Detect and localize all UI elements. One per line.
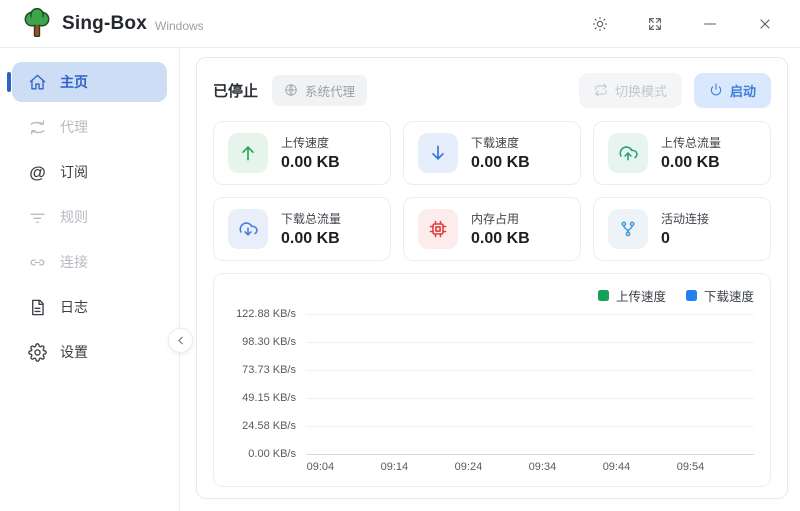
- sidebar-item-connections[interactable]: 连接: [12, 242, 167, 282]
- system-proxy-label: 系统代理: [305, 81, 355, 100]
- arrow-up-icon: [228, 133, 268, 173]
- system-proxy-badge[interactable]: 系统代理: [272, 75, 367, 106]
- y-tick-label: 0.00 KB/s: [228, 448, 306, 460]
- x-tick-label: 09:24: [455, 461, 483, 473]
- globe-icon: [284, 83, 298, 97]
- document-icon: [28, 298, 47, 317]
- swap-arrows-icon: [28, 118, 47, 137]
- dashboard-container: 已停止 系统代理 切换模式 启动: [196, 57, 788, 499]
- stat-value: 0.00 KB: [471, 154, 530, 172]
- stat-card-download-speed: 下载速度 0.00 KB: [403, 121, 581, 185]
- stat-card-connections: 活动连接 0: [593, 197, 771, 261]
- y-tick-label: 49.15 KB/s: [228, 392, 306, 404]
- sidebar-item-label: 设置: [60, 342, 88, 362]
- stat-label: 内存占用: [471, 210, 530, 227]
- x-tick-label: 09:14: [381, 461, 409, 473]
- sidebar-item-home[interactable]: 主页: [12, 62, 167, 102]
- repeat-icon: [594, 83, 608, 97]
- x-tick-label: 09:54: [677, 461, 705, 473]
- stat-card-memory: 内存占用 0.00 KB: [403, 197, 581, 261]
- power-icon: [709, 83, 723, 97]
- chart-plot-area: 122.88 KB/s 98.30 KB/s 73.73 KB/s 49.15 …: [228, 314, 754, 454]
- app-logo-tree-icon: [22, 8, 52, 40]
- gridline: 24.58 KB/s: [228, 420, 754, 432]
- sidebar-item-subscription[interactable]: @ 订阅: [12, 152, 167, 192]
- sidebar: 主页 代理 @ 订阅 规则 连接 日志 设置: [0, 48, 180, 511]
- cpu-chip-icon: [418, 209, 458, 249]
- legend-label: 上传速度: [616, 286, 666, 305]
- y-tick-label: 98.30 KB/s: [228, 336, 306, 348]
- titlebar: Sing-Box Windows: [0, 0, 800, 48]
- gridline: 98.30 KB/s: [228, 336, 754, 348]
- expand-icon[interactable]: [646, 15, 664, 33]
- gridline: 73.73 KB/s: [228, 364, 754, 376]
- stat-card-upload-speed: 上传速度 0.00 KB: [213, 121, 391, 185]
- sidebar-item-label: 主页: [60, 72, 88, 92]
- sidebar-item-label: 日志: [60, 297, 88, 317]
- stat-card-upload-total: 上传总流量 0.00 KB: [593, 121, 771, 185]
- sidebar-item-label: 规则: [60, 207, 88, 227]
- stat-value: 0: [661, 230, 709, 248]
- window-controls: [591, 15, 774, 33]
- sidebar-item-proxy[interactable]: 代理: [12, 107, 167, 147]
- app-title: Sing-Box: [62, 13, 147, 35]
- link-icon: [28, 253, 47, 272]
- legend-label: 下载速度: [704, 286, 754, 305]
- y-tick-label: 73.73 KB/s: [228, 364, 306, 376]
- close-icon[interactable]: [756, 15, 774, 33]
- start-button[interactable]: 启动: [694, 73, 771, 108]
- stats-grid: 上传速度 0.00 KB 下载速度 0.00 KB: [213, 121, 771, 261]
- sidebar-item-rules[interactable]: 规则: [12, 197, 167, 237]
- stat-label: 上传速度: [281, 134, 340, 151]
- y-tick-label: 122.88 KB/s: [228, 308, 306, 320]
- sidebar-item-logs[interactable]: 日志: [12, 287, 167, 327]
- switch-mode-label: 切换模式: [615, 81, 667, 100]
- stat-value: 0.00 KB: [661, 154, 721, 172]
- theme-sun-icon[interactable]: [591, 15, 609, 33]
- chart-legend: 上传速度 下载速度: [228, 286, 754, 304]
- sidebar-item-label: 连接: [60, 252, 88, 272]
- network-branch-icon: [608, 209, 648, 249]
- status-header: 已停止 系统代理 切换模式 启动: [213, 73, 771, 107]
- filter-lines-icon: [28, 208, 47, 227]
- x-tick-label: 09:44: [603, 461, 631, 473]
- gear-icon: [28, 343, 47, 362]
- sidebar-item-settings[interactable]: 设置: [12, 332, 167, 372]
- stat-value: 0.00 KB: [471, 230, 530, 248]
- sidebar-item-label: 订阅: [60, 162, 88, 182]
- traffic-chart: 上传速度 下载速度 122.88 KB/s 98.30 KB/s: [213, 273, 771, 487]
- switch-mode-button[interactable]: 切换模式: [579, 73, 682, 108]
- x-tick-label: 09:34: [529, 461, 557, 473]
- download-swatch-icon: [686, 290, 697, 301]
- cloud-download-icon: [228, 209, 268, 249]
- stat-label: 下载速度: [471, 134, 530, 151]
- at-sign-icon: @: [28, 163, 47, 182]
- stat-label: 下载总流量: [281, 210, 341, 227]
- upload-swatch-icon: [598, 290, 609, 301]
- gridline: 49.15 KB/s: [228, 392, 754, 404]
- x-tick-label: 09:04: [307, 461, 335, 473]
- service-status: 已停止: [213, 80, 258, 101]
- chevron-left-icon: [174, 334, 187, 347]
- stat-value: 0.00 KB: [281, 154, 340, 172]
- minimize-icon[interactable]: [701, 15, 719, 33]
- cloud-upload-icon: [608, 133, 648, 173]
- sidebar-item-label: 代理: [60, 117, 88, 137]
- y-tick-label: 24.58 KB/s: [228, 420, 306, 432]
- gridline: 122.88 KB/s: [228, 308, 754, 320]
- stat-value: 0.00 KB: [281, 230, 341, 248]
- main-panel: 已停止 系统代理 切换模式 启动: [180, 48, 800, 511]
- legend-upload[interactable]: 上传速度: [598, 286, 666, 305]
- start-label: 启动: [730, 81, 756, 100]
- stat-label: 活动连接: [661, 210, 709, 227]
- arrow-down-icon: [418, 133, 458, 173]
- legend-download[interactable]: 下载速度: [686, 286, 754, 305]
- stat-card-download-total: 下载总流量 0.00 KB: [213, 197, 391, 261]
- home-icon: [28, 73, 47, 92]
- platform-label: Windows: [155, 19, 204, 33]
- sidebar-collapse-button[interactable]: [168, 328, 193, 353]
- stat-label: 上传总流量: [661, 134, 721, 151]
